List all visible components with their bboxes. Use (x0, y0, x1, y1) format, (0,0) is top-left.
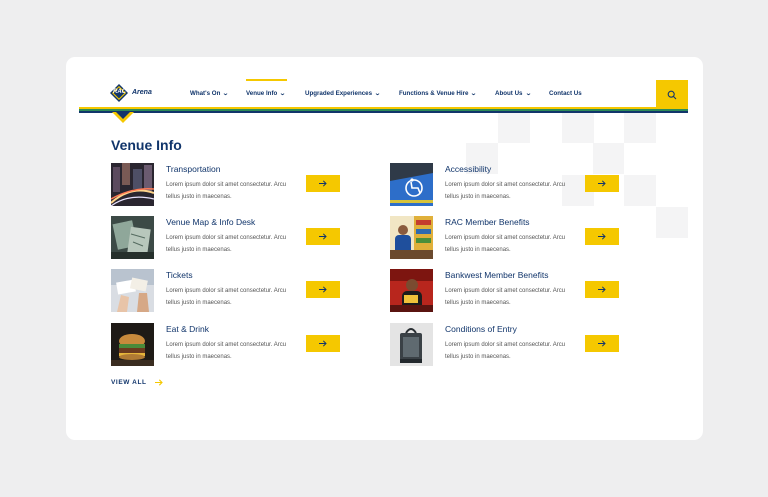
nav-label: About Us (495, 90, 523, 97)
item-description: Lorem ipsum dolor sit amet consectetur. … (445, 235, 566, 253)
arrow-right-icon (598, 233, 606, 240)
view-all-link[interactable]: VIEW ALL (111, 379, 163, 386)
item-description: Lorem ipsum dolor sit amet consectetur. … (445, 288, 566, 306)
city-night-traffic-photo[interactable] (111, 163, 154, 206)
item-description: Lorem ipsum dolor sit amet consectetur. … (445, 182, 566, 200)
chevron-down-icon: ⌄ (279, 91, 287, 97)
chevron-down-icon: ⌄ (470, 91, 478, 97)
view-all-label: VIEW ALL (111, 379, 147, 386)
item-arrow-button[interactable] (585, 281, 619, 298)
burger-photo[interactable] (111, 323, 154, 366)
item-arrow-button[interactable] (306, 175, 340, 192)
item-arrow-button[interactable] (306, 281, 340, 298)
item-title[interactable]: Transportation (166, 164, 221, 174)
tickets-photo[interactable] (111, 269, 154, 312)
nav-label: Contact Us (549, 90, 582, 97)
venue-info-item-bankwest-benefits: Bankwest Member Benefits Lorem ipsum dol… (390, 269, 630, 313)
search-button[interactable] (656, 80, 688, 109)
nav-label: What's On (190, 90, 221, 97)
rac-arena-logo[interactable]: RAC Arena (110, 83, 160, 105)
item-description: Lorem ipsum dolor sit amet consectetur. … (166, 288, 287, 306)
arrow-right-icon (598, 286, 606, 293)
item-title[interactable]: Venue Map & Info Desk (166, 217, 255, 227)
nav-contact-us[interactable]: Contact Us (549, 90, 582, 97)
item-arrow-button[interactable] (306, 228, 340, 245)
nav-label: Upgraded Experiences (305, 90, 373, 97)
item-description: Lorem ipsum dolor sit amet consectetur. … (166, 342, 287, 360)
page-title: Venue Info (111, 137, 182, 153)
logo-rac-text: RAC (113, 89, 126, 95)
decor-square (656, 207, 688, 238)
item-title[interactable]: Bankwest Member Benefits (445, 270, 548, 280)
arrow-right-icon (598, 180, 606, 187)
chevron-down-icon: ⌄ (524, 91, 532, 97)
arrow-right-icon (319, 233, 327, 240)
accessible-parking-photo[interactable] (390, 163, 433, 206)
item-arrow-button[interactable] (306, 335, 340, 352)
venue-info-item-conditions-of-entry: Conditions of Entry Lorem ipsum dolor si… (390, 323, 630, 367)
decor-square (562, 112, 594, 143)
chevron-down-icon: ⌄ (222, 91, 230, 97)
nav-whats-on[interactable]: What's On ⌄ (190, 90, 230, 97)
chevron-down-icon: ⌄ (374, 91, 381, 97)
item-arrow-button[interactable] (585, 335, 619, 352)
arrow-right-icon (319, 340, 327, 347)
venue-info-item-venue-map: Venue Map & Info Desk Lorem ipsum dolor … (111, 216, 351, 260)
item-title[interactable]: Conditions of Entry (445, 324, 517, 334)
nav-venue-info[interactable]: Venue Info ⌄ (246, 90, 287, 97)
bankwest-benefits-photo[interactable] (390, 269, 433, 312)
nav-label: Functions & Venue Hire (399, 90, 469, 97)
arrow-right-icon (319, 286, 327, 293)
item-description: Lorem ipsum dolor sit amet consectetur. … (445, 342, 566, 360)
nav-upgraded-experiences[interactable]: Upgraded Experiences ⌄ (305, 90, 381, 97)
item-title[interactable]: RAC Member Benefits (445, 217, 530, 227)
logo-notch-inner (116, 112, 130, 119)
item-title[interactable]: Accessibility (445, 164, 491, 174)
item-arrow-button[interactable] (585, 175, 619, 192)
venue-info-item-eat-drink: Eat & Drink Lorem ipsum dolor sit amet c… (111, 323, 351, 367)
arrow-right-icon (319, 180, 327, 187)
arrow-right-icon (598, 340, 606, 347)
clear-bag-photo[interactable] (390, 323, 433, 366)
nav-functions-venue-hire[interactable]: Functions & Venue Hire ⌄ (399, 90, 478, 97)
nav-label: Venue Info (246, 90, 278, 97)
nav-about-us[interactable]: About Us ⌄ (495, 90, 531, 97)
search-icon (667, 90, 677, 99)
item-arrow-button[interactable] (585, 228, 619, 245)
venue-info-item-tickets: Tickets Lorem ipsum dolor sit amet conse… (111, 269, 351, 313)
venue-info-item-rac-member-benefits: RAC Member Benefits Lorem ipsum dolor si… (390, 216, 630, 260)
member-benefits-photo[interactable] (390, 216, 433, 259)
item-title[interactable]: Tickets (166, 270, 193, 280)
item-description: Lorem ipsum dolor sit amet consectetur. … (166, 235, 287, 253)
venue-info-item-transportation: Transportation Lorem ipsum dolor sit ame… (111, 163, 351, 207)
header-stripe-navy (79, 110, 688, 113)
logo-arena-text: Arena (132, 89, 152, 96)
nav-active-indicator (246, 79, 287, 81)
item-description: Lorem ipsum dolor sit amet consectetur. … (166, 182, 287, 200)
decor-square (498, 112, 530, 143)
arrow-right-icon (154, 379, 163, 386)
venue-info-item-accessibility: Accessibility Lorem ipsum dolor sit amet… (390, 163, 630, 207)
decor-square (624, 112, 656, 143)
venue-info-card: RAC Arena What's On ⌄ Venue Info ⌄ Upgrade… (66, 57, 703, 440)
venue-map-photo[interactable] (111, 216, 154, 259)
item-title[interactable]: Eat & Drink (166, 324, 209, 334)
